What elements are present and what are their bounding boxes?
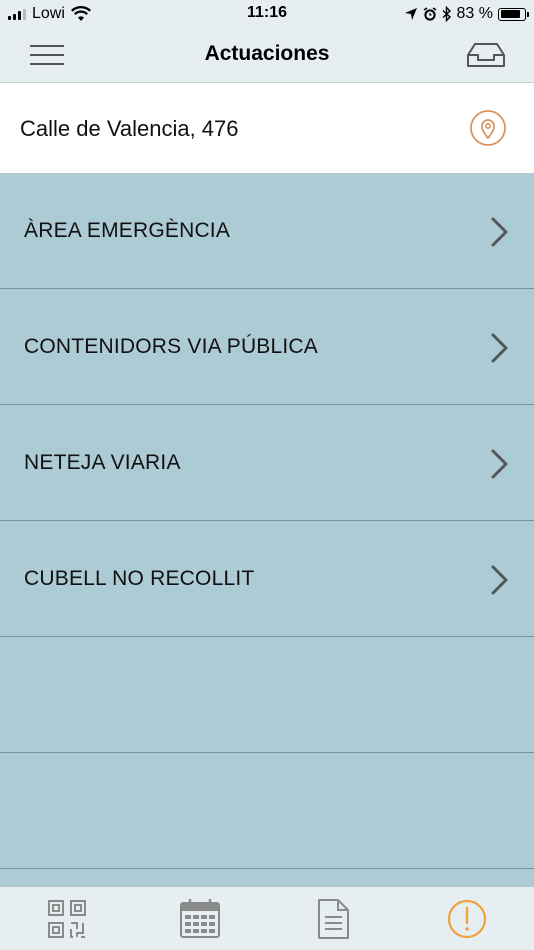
- bluetooth-icon: [442, 6, 451, 22]
- qr-code-icon[interactable]: [45, 897, 89, 941]
- status-right: 83 %: [404, 4, 529, 24]
- address-text: Calle de Valencia, 476: [20, 116, 239, 141]
- alarm-icon: [423, 7, 436, 21]
- list-item-label: NETEJA VIARIA: [24, 451, 181, 474]
- address-row[interactable]: Calle de Valencia, 476: [0, 83, 534, 173]
- chevron-right-icon: [491, 333, 508, 363]
- battery-fill: [500, 10, 520, 18]
- location-pin-icon[interactable]: [469, 109, 507, 147]
- list-item-empty: [0, 753, 534, 869]
- tab-bar: [0, 886, 534, 950]
- chevron-right-icon: [491, 565, 508, 595]
- chevron-right-icon: [491, 449, 508, 479]
- location-arrow-icon: [404, 8, 417, 20]
- alert-icon[interactable]: [445, 897, 489, 941]
- list-item-neteja-viaria[interactable]: NETEJA VIARIA: [0, 405, 534, 521]
- document-icon[interactable]: [311, 897, 355, 941]
- nav-bar: Actuaciones: [0, 28, 534, 83]
- inbox-icon[interactable]: [466, 40, 506, 70]
- calendar-icon[interactable]: [178, 897, 222, 941]
- list-item-area-emergencia[interactable]: ÀREA EMERGÈNCIA: [0, 173, 534, 289]
- list-item-label: ÀREA EMERGÈNCIA: [24, 219, 231, 242]
- list-item-label: CONTENIDORS VIA PÚBLICA: [24, 335, 318, 358]
- battery-icon: [498, 7, 529, 21]
- list-item-empty: [0, 637, 534, 753]
- status-bar: Lowi 11:16 83 %: [0, 0, 534, 28]
- list-item-cubell-no-recollit[interactable]: CUBELL NO RECOLLIT: [0, 521, 534, 637]
- list-item-label: CUBELL NO RECOLLIT: [24, 567, 255, 590]
- list-item-contenidors[interactable]: CONTENIDORS VIA PÚBLICA: [0, 289, 534, 405]
- actions-list: ÀREA EMERGÈNCIA CONTENIDORS VIA PÚBLICA …: [0, 173, 534, 886]
- chevron-right-icon: [491, 217, 508, 247]
- page-title: Actuaciones: [204, 42, 330, 65]
- battery-percent: 83 %: [456, 5, 493, 22]
